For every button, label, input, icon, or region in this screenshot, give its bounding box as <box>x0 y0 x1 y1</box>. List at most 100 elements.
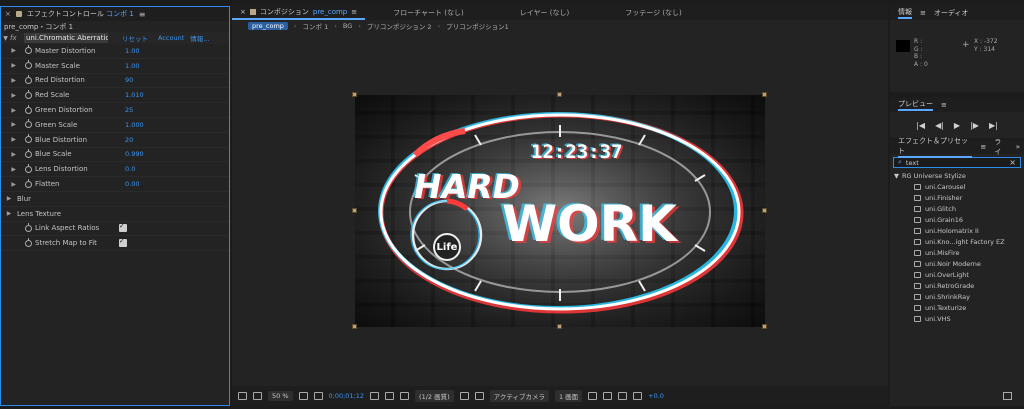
monitor-icon[interactable] <box>253 392 262 400</box>
effects-search-input[interactable]: ⌕ text × <box>893 157 1021 168</box>
param-value[interactable]: 1.00 <box>125 62 139 70</box>
stopwatch-icon[interactable] <box>21 74 35 84</box>
disclosure-right-icon[interactable]: ▶ <box>1 136 21 143</box>
account-link[interactable]: Account <box>158 34 184 42</box>
stopwatch-icon[interactable] <box>21 104 35 114</box>
tab-effects-presets[interactable]: エフェクト＆プリセット <box>898 136 973 158</box>
stopwatch-icon[interactable] <box>21 148 35 158</box>
param-value[interactable]: 1.00 <box>125 47 139 55</box>
effect-list-item[interactable]: uni.ShrinkRay <box>890 291 1024 302</box>
fit-icon[interactable] <box>298 392 308 400</box>
close-icon[interactable]: × <box>5 10 11 18</box>
effect-list-item[interactable]: uni.VHS <box>890 313 1024 324</box>
lock-icon[interactable] <box>249 9 256 15</box>
crumb-bg[interactable]: BG <box>343 22 352 30</box>
lock-icon[interactable] <box>15 11 22 17</box>
panel-menu-icon[interactable]: ≡ <box>139 10 146 19</box>
stopwatch-icon[interactable] <box>21 119 35 129</box>
disclosure-right-icon[interactable]: ▶ <box>1 77 21 84</box>
info-link[interactable]: 情報... <box>190 33 209 43</box>
bounding-handle[interactable] <box>762 324 767 329</box>
bounding-handle[interactable] <box>352 208 357 213</box>
disclosure-down-icon[interactable]: ▼ <box>1 35 10 42</box>
chevron-double-right-icon[interactable]: » <box>1016 143 1020 151</box>
effect-list-item[interactable]: uni.Carousel <box>890 181 1024 192</box>
param-group-blur[interactable]: ▶ Blur <box>1 192 229 207</box>
effect-list-item[interactable]: uni.RetroGrade <box>890 280 1024 291</box>
stopwatch-icon[interactable] <box>21 45 35 55</box>
camera-snapshot-icon[interactable] <box>370 392 380 400</box>
exposure-value[interactable]: +0.0 <box>648 392 664 400</box>
disclosure-right-icon[interactable]: ▶ <box>1 47 21 54</box>
region-icon[interactable] <box>313 392 323 400</box>
effect-list-item[interactable]: uni.Finisher <box>890 192 1024 203</box>
disclosure-right-icon[interactable]: ▶ <box>1 62 21 69</box>
first-frame-icon[interactable]: |◀ <box>916 121 925 130</box>
disclosure-right-icon[interactable]: ▶ <box>1 151 21 158</box>
param-value[interactable]: 1.010 <box>125 91 144 99</box>
roi-icon[interactable] <box>459 392 469 400</box>
crumb-precomp1[interactable]: プリコンポジション1 <box>446 21 509 31</box>
reset-exposure-icon[interactable] <box>633 392 643 400</box>
crumb-pre-comp[interactable]: pre_comp <box>248 22 288 30</box>
param-value[interactable]: 0.990 <box>125 150 144 158</box>
disclosure-down-icon[interactable]: ▼ <box>894 172 899 180</box>
next-frame-icon[interactable]: |▶ <box>970 121 979 130</box>
tab-preview[interactable]: プレビュー <box>898 99 933 111</box>
always-preview-icon[interactable] <box>238 392 247 400</box>
disclosure-right-icon[interactable]: ▶ <box>1 195 17 202</box>
camera-select[interactable]: アクティブカメラ <box>489 390 549 402</box>
crumb-precomp2[interactable]: プリコンポジション 2 <box>367 21 432 31</box>
stopwatch-icon[interactable] <box>21 89 35 99</box>
transparency-grid-icon[interactable] <box>474 392 484 400</box>
disclosure-right-icon[interactable]: ▶ <box>1 210 17 217</box>
disclosure-right-icon[interactable]: ▶ <box>1 92 21 99</box>
flowchart-icon[interactable] <box>618 392 628 400</box>
effect-header[interactable]: ▼ fx uni.Chromatic Aberration リセット Accou… <box>1 32 229 44</box>
disclosure-right-icon[interactable]: ▶ <box>1 107 21 114</box>
param-value[interactable]: 25 <box>125 106 133 114</box>
color-channel-icon[interactable] <box>400 392 410 400</box>
tab-info[interactable]: 情報 <box>898 7 912 19</box>
panel-menu-icon[interactable]: ≡ <box>351 8 357 16</box>
clear-icon[interactable]: × <box>1009 158 1016 167</box>
tab-audio[interactable]: オーディオ <box>934 8 969 18</box>
fx-toggle-icon[interactable]: fx <box>10 34 24 42</box>
stopwatch-icon[interactable] <box>21 237 35 247</box>
tab-footage[interactable]: フッテージ (なし) <box>617 6 690 20</box>
composition-viewer[interactable]: Life 12:23:37 12:23:37 12:23:37 HARD HAR… <box>232 32 888 384</box>
panel-menu-icon[interactable]: ≡ <box>920 9 926 17</box>
effect-name[interactable]: uni.Chromatic Aberration <box>24 33 108 43</box>
play-icon[interactable]: ▶ <box>954 121 960 130</box>
views-select[interactable]: 1 画面 <box>554 390 583 402</box>
effect-list-item[interactable]: uni.Grain16 <box>890 214 1024 225</box>
tab-libraries[interactable]: ライ <box>994 137 1008 157</box>
stopwatch-icon[interactable] <box>21 222 35 232</box>
param-value[interactable]: 20 <box>125 136 133 144</box>
stopwatch-icon[interactable] <box>21 163 35 173</box>
effect-list-item[interactable]: uni.OverLight <box>890 269 1024 280</box>
effect-list-item[interactable]: uni.Glitch <box>890 203 1024 214</box>
param-group-lens-texture[interactable]: ▶ Lens Texture <box>1 207 229 222</box>
show-snapshot-icon[interactable] <box>385 392 395 400</box>
zoom-select[interactable]: 50 % <box>268 391 293 401</box>
panel-menu-icon[interactable]: ≡ <box>941 101 947 109</box>
panel-menu-icon[interactable]: ≡ <box>980 143 986 151</box>
timecode[interactable]: 0;00;01;12 <box>329 392 365 400</box>
last-frame-icon[interactable]: ▶| <box>989 121 998 130</box>
prev-frame-icon[interactable]: ◀| <box>935 121 944 130</box>
reset-link[interactable]: リセット <box>122 33 148 43</box>
param-value[interactable]: 0.00 <box>125 180 139 188</box>
bounding-handle[interactable] <box>557 92 562 97</box>
effect-list-item[interactable]: uni.Holomatrix II <box>890 225 1024 236</box>
guides-icon[interactable] <box>588 392 598 400</box>
tab-layer[interactable]: レイヤー (なし) <box>512 6 577 20</box>
disclosure-right-icon[interactable]: ▶ <box>1 181 21 188</box>
disclosure-right-icon[interactable]: ▶ <box>1 121 21 128</box>
stopwatch-icon[interactable] <box>21 60 35 70</box>
param-value[interactable]: 90 <box>125 76 133 84</box>
tab-flowchart[interactable]: フローチャート (なし) <box>385 6 472 20</box>
link-aspect-ratios-checkbox[interactable] <box>119 222 127 233</box>
param-value[interactable]: 0.0 <box>125 165 135 173</box>
bounding-handle[interactable] <box>762 92 767 97</box>
